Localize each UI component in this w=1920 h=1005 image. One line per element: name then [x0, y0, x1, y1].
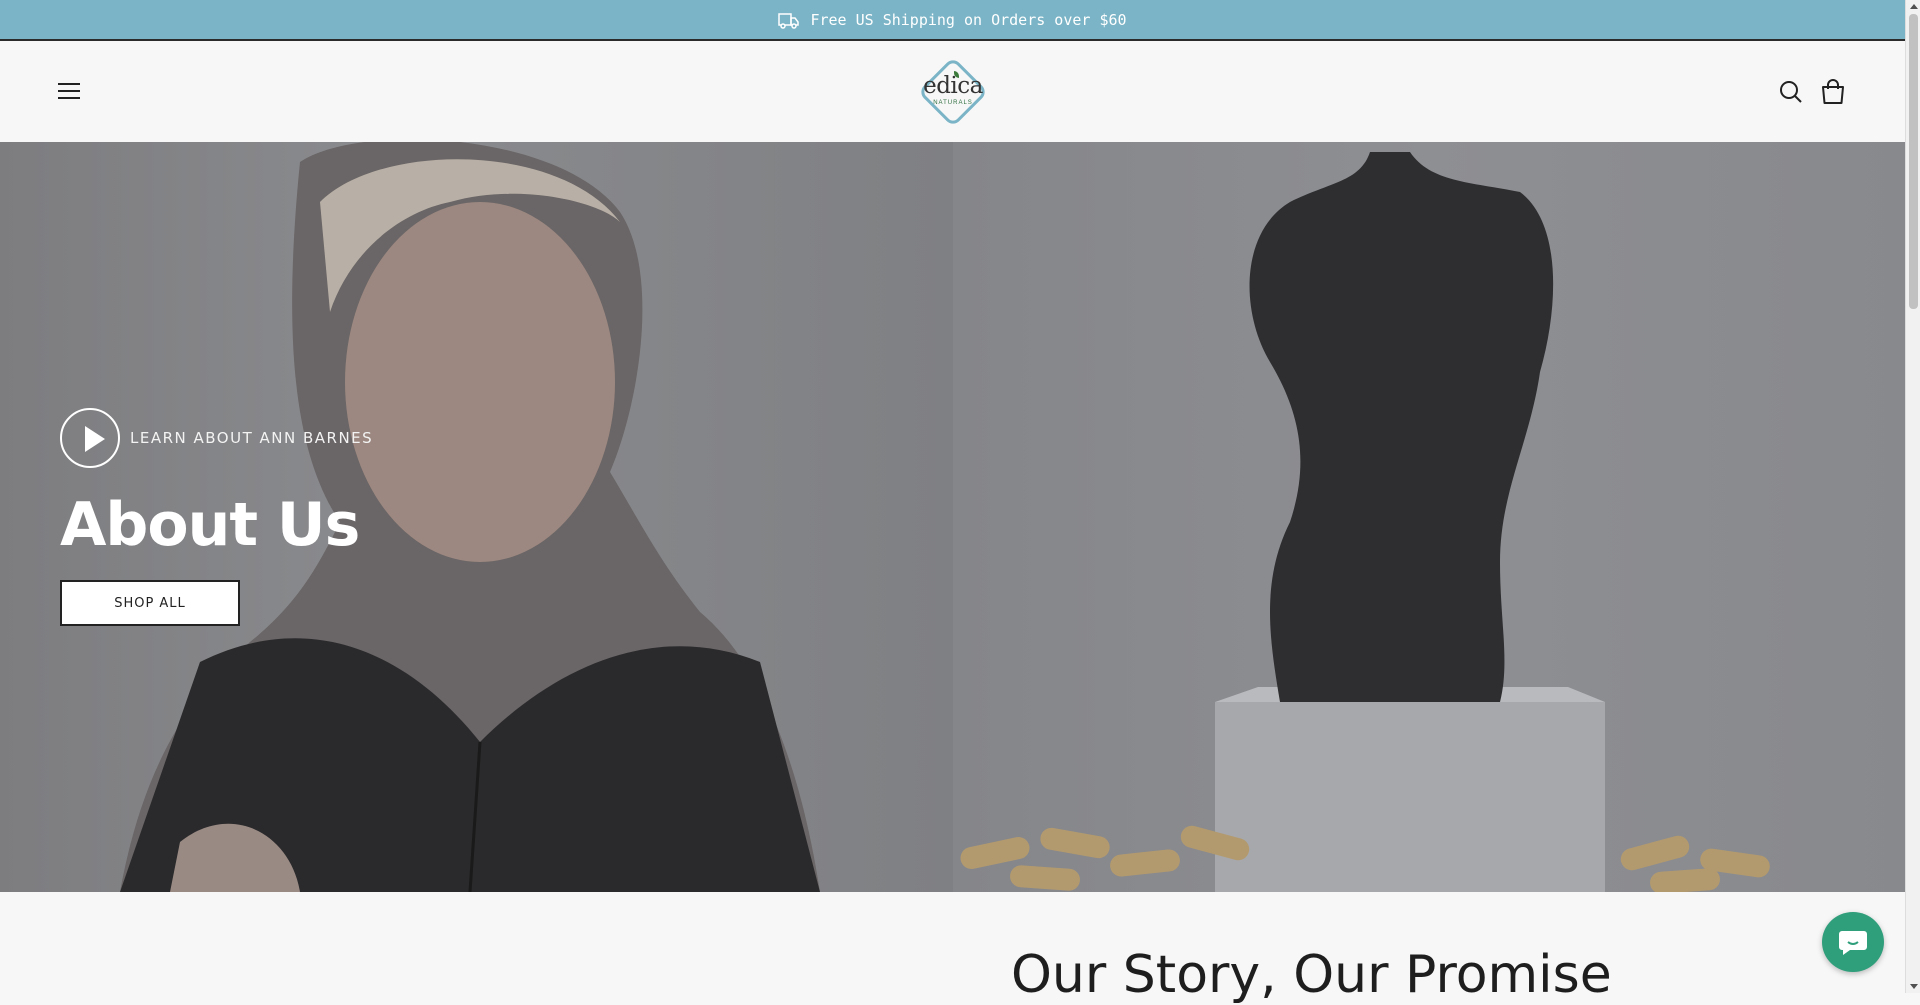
- logo-wordmark: edica: [923, 73, 983, 99]
- logo-subtitle: NATURALS: [933, 100, 973, 106]
- delivery-truck-icon: [778, 11, 800, 29]
- video-link-label[interactable]: LEARN ABOUT ANN BARNES: [130, 429, 373, 447]
- site-header: edica NATURALS: [0, 41, 1905, 142]
- story-heading: Our Story, Our Promise: [1011, 945, 1612, 1005]
- shopping-bag-icon[interactable]: [1821, 79, 1845, 105]
- page-scrollbar[interactable]: [1905, 0, 1920, 993]
- video-play-link[interactable]: LEARN ABOUT ANN BARNES: [60, 408, 373, 468]
- site-logo[interactable]: edica NATURALS: [916, 55, 990, 129]
- hero-banner: LEARN ABOUT ANN BARNES About Us SHOP ALL: [0, 142, 1905, 892]
- announcement-text: Free US Shipping on Orders over $60: [810, 10, 1127, 29]
- search-icon[interactable]: [1779, 80, 1803, 104]
- play-icon[interactable]: [60, 408, 120, 468]
- scrollbar-thumb[interactable]: [1909, 14, 1918, 309]
- chat-bubble-icon[interactable]: [1822, 912, 1884, 972]
- scroll-down-arrow-icon[interactable]: [1910, 984, 1918, 989]
- scroll-up-arrow-icon[interactable]: [1910, 4, 1918, 9]
- hero-content: LEARN ABOUT ANN BARNES About Us SHOP ALL: [60, 408, 373, 626]
- hero-title: About Us: [60, 490, 360, 560]
- announcement-bar: Free US Shipping on Orders over $60: [0, 0, 1905, 41]
- hamburger-menu-icon[interactable]: [58, 81, 82, 101]
- shop-all-button[interactable]: SHOP ALL: [60, 580, 240, 626]
